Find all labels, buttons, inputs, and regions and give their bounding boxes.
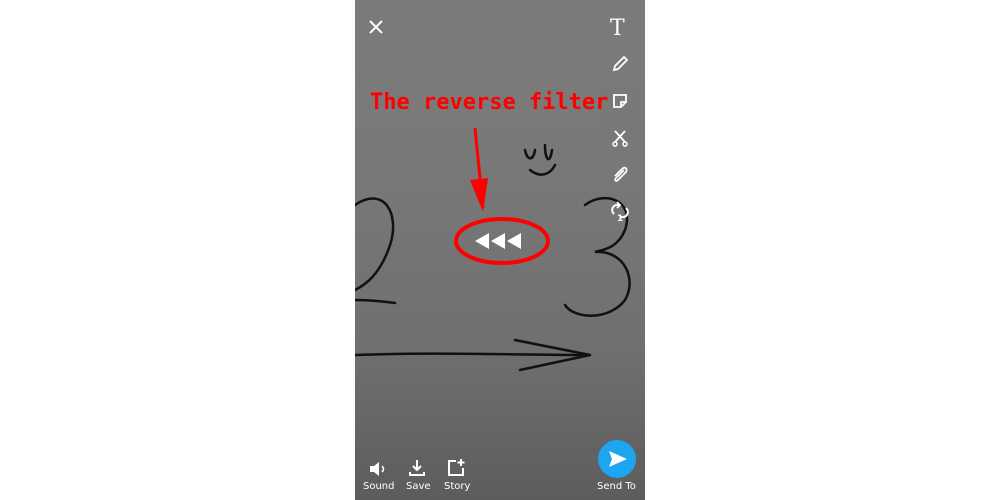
sound-label[interactable]: Sound	[363, 481, 395, 492]
sound-icon[interactable]	[368, 461, 388, 477]
story-icon[interactable]	[446, 458, 466, 478]
send-to-button[interactable]	[598, 440, 636, 478]
snap-preview: T 1 The reverse filter Sound Save Story …	[355, 0, 645, 500]
send-arrow-icon	[609, 451, 627, 467]
reverse-filter-icon	[475, 232, 527, 250]
annotation-arrow	[454, 127, 550, 265]
save-label[interactable]: Save	[406, 481, 431, 492]
save-icon[interactable]	[408, 459, 426, 477]
story-label[interactable]: Story	[444, 481, 470, 492]
send-to-label[interactable]: Send To	[597, 481, 636, 492]
